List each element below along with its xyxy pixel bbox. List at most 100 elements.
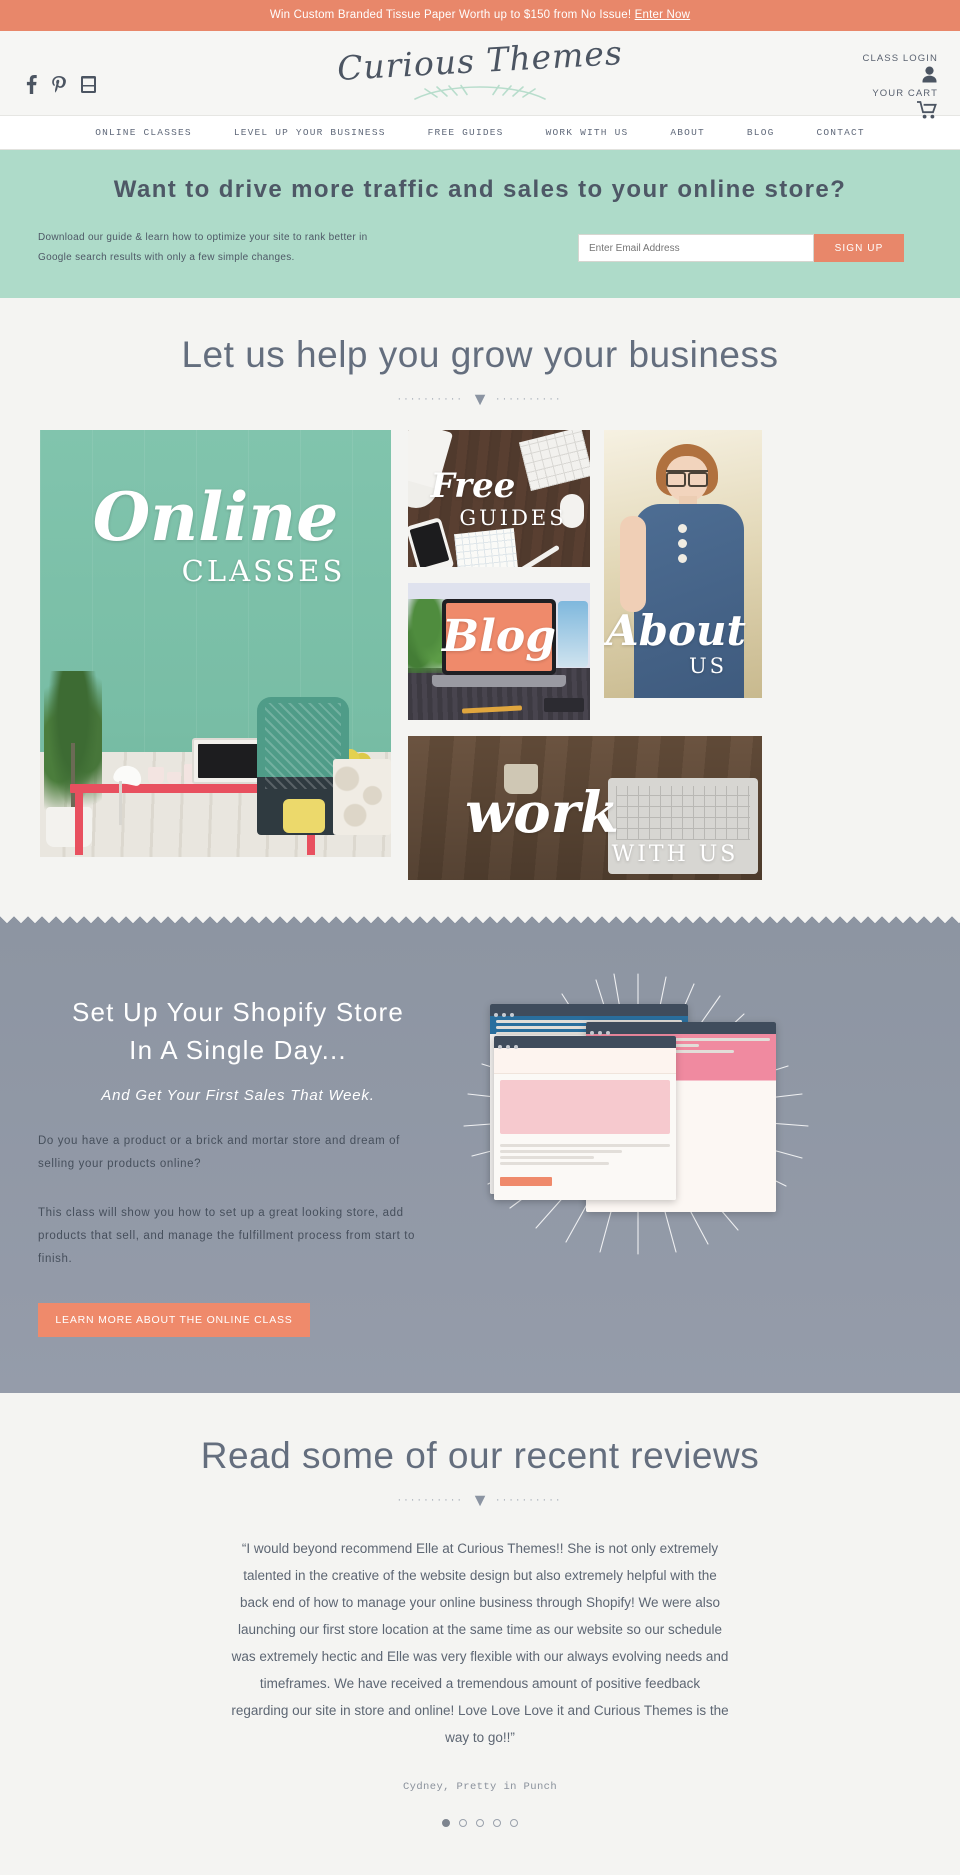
- optin-form: SIGN UP: [578, 234, 904, 262]
- browser-bar: [586, 1022, 776, 1035]
- decor-dress: [634, 504, 744, 698]
- promo-image-column: [438, 973, 922, 1337]
- review-author: Cydney, Pretty in Punch: [402, 1781, 558, 1794]
- announcement-text: Win Custom Branded Tissue Paper Worth up…: [269, 9, 632, 21]
- promo-heading-line1: Set Up Your Shopify Store: [71, 997, 405, 1027]
- your-cart[interactable]: YOUR CART: [863, 88, 938, 124]
- nav-item-about[interactable]: ABOUT: [649, 127, 726, 138]
- class-login-label: CLASS LOGIN: [862, 53, 938, 64]
- nav-item-online-classes[interactable]: ONLINE CLASSES: [74, 127, 213, 138]
- divider-dots-left: ··········: [397, 1494, 465, 1507]
- promo-subheading: And Get Your First Sales That Week.: [101, 1087, 375, 1105]
- chevron-down-icon: ▼: [471, 389, 489, 409]
- decor-laptop-base: [432, 675, 566, 687]
- browser-bar: [494, 1036, 676, 1049]
- tile-free-guides[interactable]: Free GUIDES: [408, 430, 590, 567]
- decor-notebook: [544, 698, 584, 712]
- mockup-hero-image: [500, 1080, 670, 1134]
- youtube-icon[interactable]: [81, 76, 96, 93]
- tile-about-us[interactable]: About US: [604, 430, 762, 698]
- grow-business-section: Let us help you grow your business ·····…: [0, 298, 960, 916]
- review-carousel-dots: [0, 1819, 960, 1828]
- decor-laptop-screen: [446, 603, 552, 671]
- decor-buttons: [678, 524, 687, 533]
- store-mockup-front: [494, 1036, 676, 1200]
- glasses-icon: [666, 470, 708, 487]
- reviews-section: Read some of our recent reviews ········…: [0, 1393, 960, 1862]
- user-icon[interactable]: [921, 66, 938, 83]
- promo-paragraph-1: Do you have a product or a brick and mor…: [38, 1135, 400, 1171]
- section-divider: ·········· ▼ ··········: [0, 390, 960, 408]
- grid-column-left: Online CLASSES: [40, 430, 391, 880]
- decor-laptop: [442, 599, 556, 675]
- decor-plant: [44, 671, 102, 821]
- decor-plant-pot: [46, 807, 92, 847]
- zigzag-shape: [0, 916, 960, 930]
- reviews-title: Read some of our recent reviews: [200, 1435, 760, 1477]
- review-quote: “I would beyond recommend Elle at Curiou…: [231, 1541, 729, 1746]
- logo-text: Curious Themes: [336, 33, 624, 88]
- nav-item-free-guides[interactable]: FREE GUIDES: [407, 127, 525, 138]
- promo-heading-line2: In A Single Day...: [129, 1034, 347, 1065]
- optin-row: Download our guide & learn how to optimi…: [0, 228, 960, 268]
- nav-items: ONLINE CLASSES LEVEL UP YOUR BUSINESS FR…: [0, 116, 960, 149]
- zigzag-divider: [0, 916, 960, 930]
- sign-up-button[interactable]: SIGN UP: [814, 234, 904, 262]
- cart-icon[interactable]: [917, 101, 938, 119]
- optin-copy: Download our guide & learn how to optimi…: [38, 232, 368, 263]
- email-input[interactable]: [578, 234, 814, 262]
- decor-laptop: [608, 778, 758, 874]
- mockup-header: [494, 1048, 676, 1074]
- class-login[interactable]: CLASS LOGIN: [863, 53, 938, 88]
- nav-item-blog[interactable]: BLOG: [726, 127, 796, 138]
- browser-bar: [490, 1004, 688, 1017]
- learn-more-button[interactable]: LEARN MORE ABOUT THE ONLINE CLASS: [38, 1303, 310, 1338]
- site-logo[interactable]: Curious Themes: [0, 33, 960, 108]
- facebook-icon[interactable]: [26, 75, 37, 94]
- pinterest-icon[interactable]: [51, 76, 67, 93]
- chevron-down-icon: ▼: [471, 1490, 489, 1511]
- announcement-bar: Win Custom Branded Tissue Paper Worth up…: [0, 0, 960, 31]
- mockup-button: [500, 1177, 552, 1186]
- site-header: Curious Themes CLASS LOGIN YOUR CART: [0, 31, 960, 119]
- grid-column-right: Free GUIDES Blog About US work WITH US: [408, 430, 762, 880]
- email-optin-section: Want to drive more traffic and sales to …: [0, 150, 960, 298]
- optin-title: Want to drive more traffic and sales to …: [113, 176, 847, 203]
- tile-online-classes[interactable]: Online CLASSES: [40, 430, 391, 857]
- mockup-rows: [494, 1140, 676, 1172]
- logo-flourish-icon: [0, 77, 960, 108]
- decor-mouse: [560, 494, 584, 528]
- carousel-dot-4[interactable]: [493, 1819, 501, 1828]
- divider-dots-right: ··········: [495, 1494, 563, 1507]
- grid-row-top: Free GUIDES Blog About US: [408, 430, 762, 720]
- tile-work-with-us[interactable]: work WITH US: [408, 736, 762, 880]
- main-navigation: ONLINE CLASSES LEVEL UP YOUR BUSINESS FR…: [0, 116, 960, 150]
- promo-text-column: Set Up Your Shopify Store In A Single Da…: [38, 978, 438, 1338]
- carousel-dot-3[interactable]: [476, 1819, 484, 1828]
- nav-item-work-with-us[interactable]: WORK WITH US: [525, 127, 650, 138]
- decor-arm: [620, 516, 646, 612]
- promo-tile-grid: Online CLASSES Free GUIDES Blog About US…: [0, 430, 960, 916]
- tile-blog[interactable]: Blog: [408, 583, 590, 720]
- decor-notepad: [454, 527, 518, 567]
- decor-coffee-cup: [504, 764, 538, 794]
- grid-subcolumn: Free GUIDES Blog: [408, 430, 590, 720]
- promo-paragraph-2: This class will show you how to set up a…: [38, 1207, 416, 1266]
- your-cart-label: YOUR CART: [872, 88, 938, 99]
- reviews-divider: ·········· ▼ ··········: [0, 1491, 960, 1509]
- promo-heading: Set Up Your Shopify Store In A Single Da…: [38, 994, 438, 1069]
- carousel-dot-5[interactable]: [510, 1819, 518, 1828]
- announcement-enter-now-link[interactable]: Enter Now: [635, 9, 691, 21]
- decor-water-cooler: [558, 601, 588, 667]
- nav-item-level-up-your-business[interactable]: LEVEL UP YOUR BUSINESS: [213, 127, 407, 138]
- decor-bag: [333, 759, 391, 835]
- shopify-promo-section: Set Up Your Shopify Store In A Single Da…: [0, 930, 960, 1394]
- divider-dots-left: ··········: [397, 393, 465, 405]
- decor-pillow: [283, 799, 325, 833]
- header-account-area: CLASS LOGIN YOUR CART: [863, 53, 938, 124]
- carousel-dot-1[interactable]: [442, 1819, 450, 1828]
- carousel-dot-2[interactable]: [459, 1819, 467, 1828]
- mockup-body: [494, 1048, 676, 1200]
- nav-item-contact[interactable]: CONTACT: [796, 127, 886, 138]
- divider-dots-right: ··········: [495, 393, 563, 405]
